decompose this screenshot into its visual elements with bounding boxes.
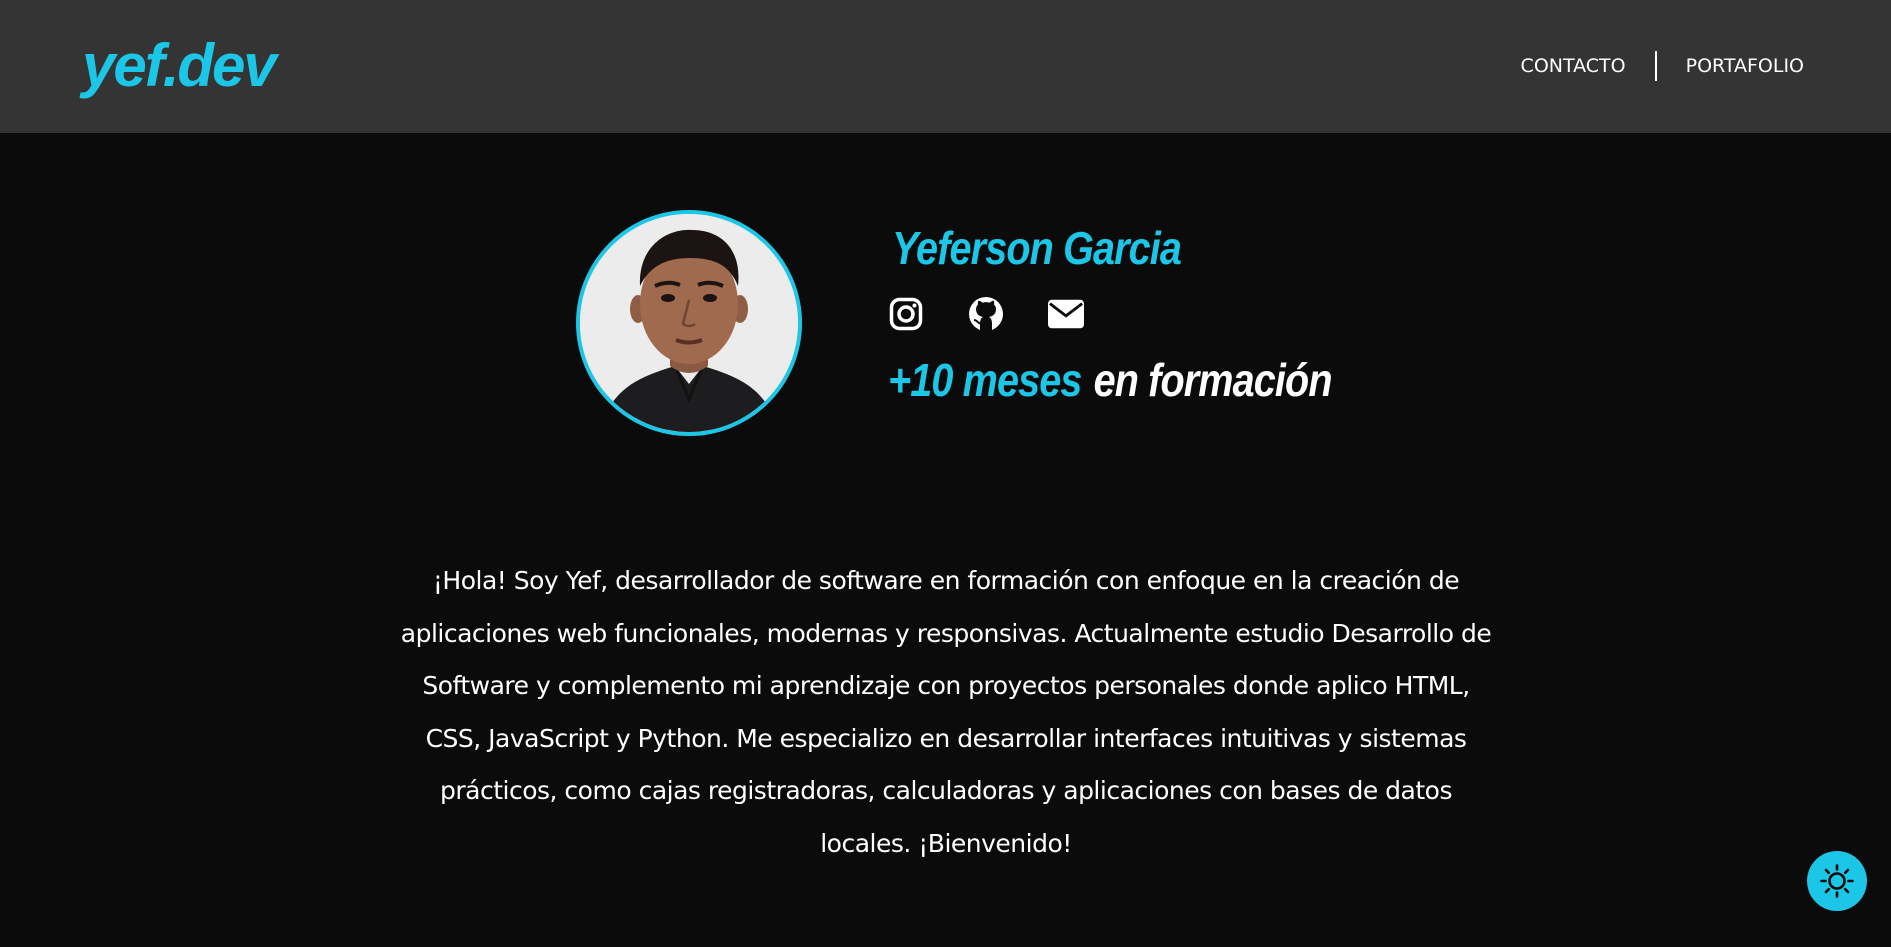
nav-link-contacto[interactable]: CONTACTO (1521, 48, 1626, 84)
sun-icon (1820, 864, 1854, 898)
theme-toggle-button[interactable] (1807, 851, 1867, 911)
instagram-icon (889, 297, 923, 331)
profile-avatar (576, 210, 802, 436)
experience-tagline: +10 meses en formación (888, 350, 1333, 410)
social-links (888, 296, 1084, 332)
nav-divider (1654, 51, 1657, 81)
bio-paragraph: ¡Hola! Soy Yef, desarrollador de softwar… (400, 566, 1492, 858)
github-icon (969, 297, 1003, 331)
github-link[interactable] (968, 296, 1004, 332)
envelope-icon (1048, 299, 1084, 329)
email-link[interactable] (1048, 296, 1084, 332)
profile-photo (580, 214, 798, 432)
page: yef.dev CONTACTO PORTAFOLIO Yeferson Gar… (0, 0, 1891, 947)
site-logo[interactable]: yef.dev (82, 28, 277, 104)
instagram-link[interactable] (888, 296, 924, 332)
experience-highlight: +10 meses (888, 354, 1082, 406)
experience-rest: en formación (1093, 354, 1333, 406)
main-nav: CONTACTO PORTAFOLIO (1521, 48, 1804, 84)
site-header: yef.dev CONTACTO PORTAFOLIO (0, 0, 1891, 133)
profile-name: Yeferson Garcia (892, 222, 1182, 274)
nav-link-portafolio[interactable]: PORTAFOLIO (1686, 48, 1804, 84)
